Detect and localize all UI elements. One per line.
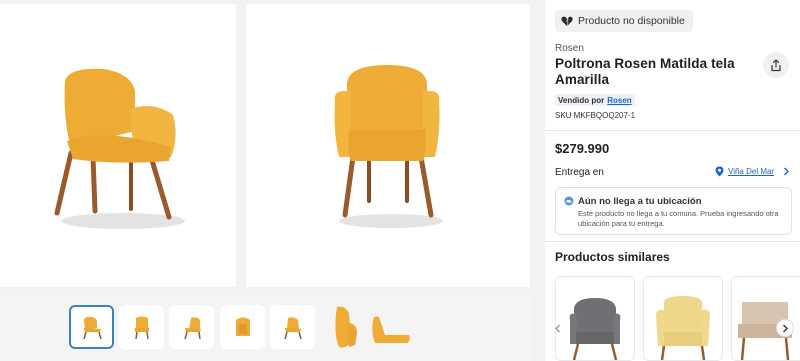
product-brand[interactable]: Rosen: [555, 43, 584, 54]
availability-badge: Producto no disponible: [555, 10, 693, 32]
thumbnail-2[interactable]: [119, 305, 164, 349]
thumbnail-5[interactable]: [270, 305, 315, 349]
carousel-next-button[interactable]: [776, 319, 794, 337]
chevron-right-icon: [783, 324, 788, 332]
image-gallery: [0, 0, 531, 361]
seller-link[interactable]: Rosen: [607, 96, 631, 105]
delivery-location-selector[interactable]: Viña Del Mar: [715, 166, 790, 177]
similar-product-card-2[interactable]: [643, 276, 723, 361]
alert-title: Aún no llega a tu ubicación: [578, 196, 702, 207]
share-icon: [771, 58, 781, 71]
alert-body: Este producto no llega a tu comuna. Prue…: [578, 209, 779, 228]
main-image-front-view[interactable]: [246, 4, 530, 287]
share-button[interactable]: [763, 52, 789, 78]
similar-product-image-2: [656, 296, 710, 360]
divider: [545, 130, 800, 131]
thumbnail-3[interactable]: [169, 305, 214, 349]
chair-side-image: [54, 68, 185, 229]
broken-heart-icon: [561, 16, 573, 26]
product-title: Poltrona Rosen Matilda tela Amarilla: [555, 56, 735, 87]
main-image-side-view[interactable]: [0, 4, 236, 287]
thumbnail-7[interactable]: [368, 305, 414, 349]
location-pin-icon: [715, 166, 724, 177]
divider: [545, 241, 800, 242]
chevron-left-icon: [555, 324, 560, 332]
product-info-panel: Producto no disponible Rosen Poltrona Ro…: [545, 0, 800, 361]
delivery-truck-icon: [564, 196, 574, 206]
thumbnail-4[interactable]: [220, 305, 265, 349]
carousel-prev-button[interactable]: [549, 319, 567, 337]
similar-product-card-1[interactable]: [555, 276, 635, 361]
delivery-alert: Aún no llega a tu ubicación Este product…: [555, 187, 792, 235]
thumbnail-strip: [0, 289, 531, 361]
similar-products-title: Productos similares: [555, 250, 670, 264]
product-page: Producto no disponible Rosen Poltrona Ro…: [0, 0, 800, 361]
thumbnail-1[interactable]: [69, 305, 114, 349]
delivery-location-text[interactable]: Viña Del Mar: [728, 167, 774, 176]
chair-front-image: [334, 64, 443, 228]
delivery-label: Entrega en: [555, 167, 604, 178]
seller-prefix: Vendido por: [558, 95, 605, 105]
product-price: $279.990: [555, 141, 610, 156]
similar-product-image-1: [569, 298, 621, 360]
product-sku: SKU MKFBQOQ207-1: [555, 111, 636, 120]
thumbnail-6[interactable]: [323, 301, 367, 355]
availability-text: Producto no disponible: [578, 15, 685, 27]
seller-info: Vendido por Rosen: [555, 94, 635, 106]
chevron-right-icon: [784, 167, 790, 176]
similar-product-card-3[interactable]: [731, 276, 800, 361]
